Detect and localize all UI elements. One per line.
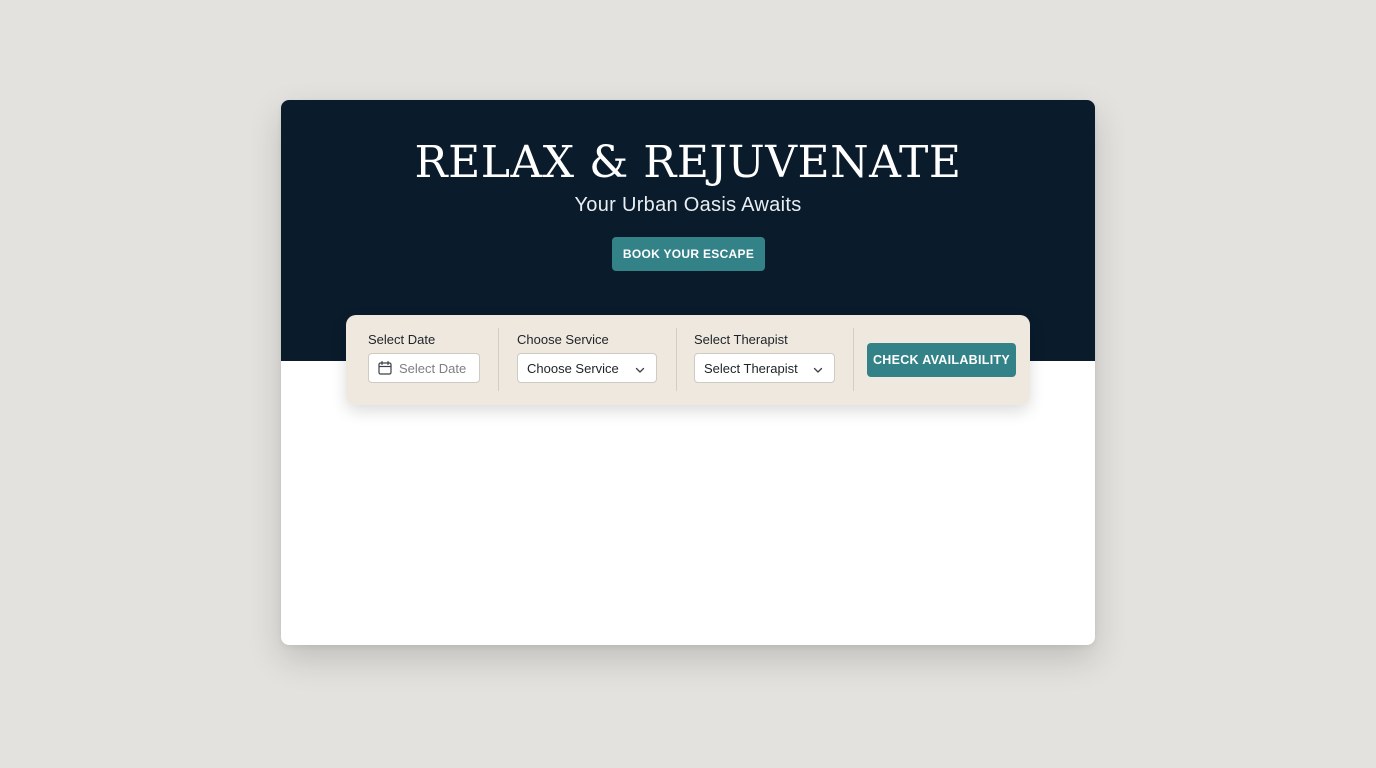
hero-subtitle: Your Urban Oasis Awaits bbox=[574, 194, 802, 216]
booking-bar: Select Date Select Date Choose Service C… bbox=[346, 315, 1030, 405]
service-select[interactable]: Choose Service bbox=[517, 353, 657, 383]
book-your-escape-button[interactable]: BOOK YOUR ESCAPE bbox=[612, 237, 765, 271]
field-divider bbox=[498, 328, 499, 391]
field-divider bbox=[853, 328, 854, 391]
therapist-field-label: Select Therapist bbox=[694, 332, 788, 347]
check-availability-button[interactable]: CHECK AVAILABILITY bbox=[867, 343, 1016, 377]
service-selected-value: Choose Service bbox=[527, 361, 619, 376]
therapist-field-group: Select Therapist Select Therapist bbox=[694, 315, 836, 405]
booking-card: RELAX & REJUVENATE Your Urban Oasis Awai… bbox=[281, 100, 1095, 645]
service-field-group: Choose Service Choose Service bbox=[517, 315, 659, 405]
therapist-select[interactable]: Select Therapist bbox=[694, 353, 835, 383]
service-field-label: Choose Service bbox=[517, 332, 609, 347]
date-field-label: Select Date bbox=[368, 332, 436, 347]
date-placeholder: Select Date bbox=[399, 361, 467, 376]
date-field-group: Select Date Select Date bbox=[368, 315, 483, 405]
hero-title: RELAX & REJUVENATE bbox=[414, 137, 962, 188]
date-picker-input[interactable]: Select Date bbox=[368, 353, 480, 383]
chevron-down-icon bbox=[813, 363, 823, 373]
calendar-icon bbox=[378, 361, 392, 375]
therapist-selected-value: Select Therapist bbox=[704, 361, 798, 376]
chevron-down-icon bbox=[635, 363, 645, 373]
field-divider bbox=[676, 328, 677, 391]
